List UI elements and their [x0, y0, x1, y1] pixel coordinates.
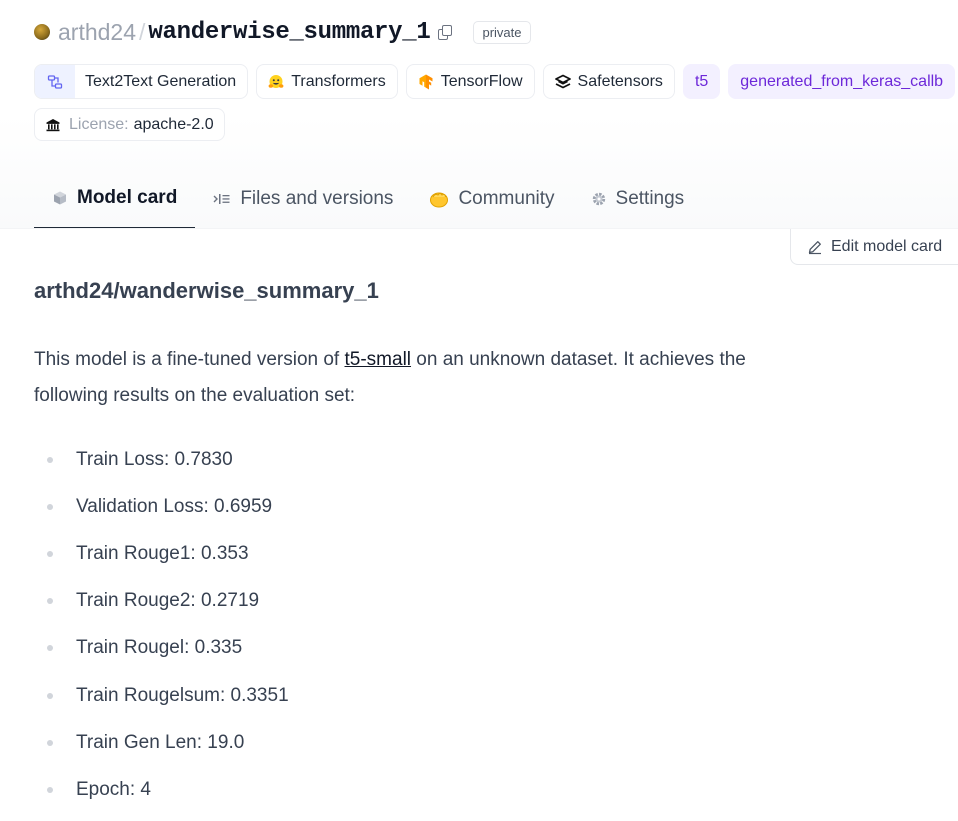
bullet-icon: [47, 456, 53, 463]
repo-path-separator: /: [139, 18, 146, 45]
tab-label: Model card: [77, 186, 178, 208]
metric-text: Train Loss: 0.7830: [76, 448, 233, 470]
bullet-icon: [47, 645, 53, 652]
bullet-icon: [47, 692, 53, 699]
edit-model-card-button[interactable]: Edit model card: [790, 229, 958, 265]
files-icon: [213, 191, 231, 207]
avatar[interactable]: [34, 24, 50, 40]
bullet-icon: [47, 739, 53, 746]
list-item: Train Loss: 0.7830: [34, 436, 289, 483]
tab-label: Files and versions: [240, 187, 394, 209]
tag-tensorflow[interactable]: TensorFlow: [405, 64, 535, 99]
tab-community[interactable]: Community: [411, 168, 572, 229]
repo-name-link[interactable]: wanderwise_summary_1: [148, 19, 430, 46]
bullet-icon: [47, 786, 53, 793]
license-key: License:: [69, 115, 129, 133]
tag-license[interactable]: License: apache-2.0: [34, 108, 225, 141]
tag-text2text-generation[interactable]: Text2Text Generation: [34, 64, 249, 99]
list-item: Train Rouge1: 0.353: [34, 530, 289, 577]
repo-tabs: Model card Files and versions Community …: [34, 168, 702, 229]
tab-settings[interactable]: Settings: [573, 168, 703, 229]
list-item: Train Rouge2: 0.2719: [34, 578, 289, 625]
metric-text: Train Rouge2: 0.2719: [76, 590, 260, 612]
license-value: apache-2.0: [133, 115, 214, 133]
tag-label: Transformers: [291, 72, 386, 90]
tab-label: Community: [458, 187, 555, 209]
metric-text: Train Rouge1: 0.353: [76, 542, 249, 564]
model-description: This model is a fine-tuned version of t5…: [34, 342, 794, 414]
list-item: Train Rougelsum: 0.3351: [34, 672, 289, 719]
tag-label: TensorFlow: [440, 72, 523, 90]
bullet-icon: [47, 550, 53, 557]
model-card-title: arthd24/wanderwise_summary_1: [34, 278, 379, 303]
cube-icon: [52, 190, 68, 206]
community-icon: [429, 190, 449, 208]
tab-label: Settings: [615, 187, 685, 209]
base-model-link[interactable]: t5-small: [345, 349, 412, 370]
list-item: Train Gen Len: 19.0: [34, 719, 289, 766]
metric-text: Train Gen Len: 19.0: [76, 731, 245, 753]
tab-files-and-versions[interactable]: Files and versions: [195, 168, 411, 229]
metric-text: Validation Loss: 0.6959: [76, 495, 273, 517]
metric-text: Epoch: 4: [76, 778, 151, 800]
list-item: Train Rougel: 0.335: [34, 625, 289, 672]
metric-text: Train Rougel: 0.335: [76, 637, 243, 659]
tab-model-card[interactable]: Model card: [34, 168, 196, 229]
pencil-icon: [807, 239, 823, 255]
tag-generated-from-keras-callback[interactable]: generated_from_keras_callb: [728, 64, 956, 99]
list-item: Epoch: 4: [34, 766, 289, 813]
bullet-icon: [47, 598, 53, 605]
bullet-icon: [47, 503, 53, 510]
repo-owner-link[interactable]: arthd24: [58, 19, 136, 46]
repo-title-row: arthd24 / wanderwise_summary_1 private: [34, 16, 531, 48]
metric-text: Train Rougelsum: 0.3351: [76, 684, 289, 706]
metrics-list: Train Loss: 0.7830 Validation Loss: 0.69…: [34, 436, 289, 814]
bank-icon: [45, 117, 61, 133]
tag-label: Text2Text Generation: [85, 72, 237, 90]
list-item: Validation Loss: 0.6959: [34, 483, 289, 530]
tag-t5[interactable]: t5: [682, 64, 721, 99]
tensorflow-icon: [407, 65, 441, 98]
tag-list: Text2Text Generation Transformers Tensor…: [34, 64, 956, 99]
edit-button-label: Edit model card: [831, 237, 943, 255]
hugging-face-icon: [257, 65, 291, 98]
tag-label: Safetensors: [577, 72, 663, 90]
copy-icon[interactable]: [437, 23, 455, 41]
safetensors-icon: [544, 65, 578, 98]
gear-icon: [591, 191, 607, 207]
tag-transformers[interactable]: Transformers: [256, 64, 398, 99]
description-text-before: This model is a fine-tuned version of: [34, 349, 345, 370]
text2text-icon: [35, 65, 75, 98]
tag-safetensors[interactable]: Safetensors: [542, 64, 675, 99]
private-badge: private: [473, 20, 531, 44]
